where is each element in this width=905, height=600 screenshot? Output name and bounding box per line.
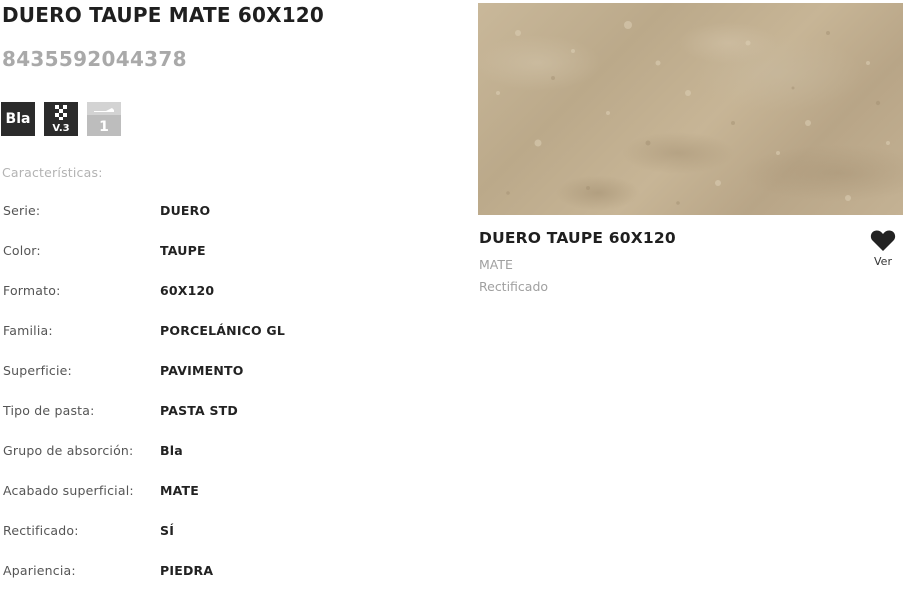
shade-variation-icon xyxy=(55,105,67,120)
heart-icon xyxy=(870,230,896,251)
product-ean: 8435592044378 xyxy=(2,47,187,71)
page-title: DUERO TAUPE MATE 60X120 xyxy=(2,3,325,27)
shade-variation-badge: V.3 xyxy=(44,102,78,136)
spec-value: TAUPE xyxy=(160,243,206,258)
spec-key: Superficie: xyxy=(3,363,72,378)
spec-row-rectificado: Rectificado: SÍ xyxy=(3,520,403,560)
spec-value: PIEDRA xyxy=(160,563,214,578)
slip-resistance-label: 1 xyxy=(99,119,109,135)
spec-value: 60X120 xyxy=(160,283,215,298)
card-finish: MATE xyxy=(479,257,513,272)
spec-value: MATE xyxy=(160,483,200,498)
spec-row-superficie: Superficie: PAVIMENTO xyxy=(3,360,403,400)
spec-key: Rectificado: xyxy=(3,523,79,538)
spec-value: PASTA STD xyxy=(160,403,238,418)
spec-row-acabado: Acabado superficial: MATE xyxy=(3,480,403,520)
spec-row-color: Color: TAUPE xyxy=(3,240,403,280)
spec-value: Bla xyxy=(160,443,183,458)
stone-texture xyxy=(496,21,890,205)
spec-key: Grupo de absorción: xyxy=(3,443,134,458)
spec-value: DUERO xyxy=(160,203,211,218)
spec-row-formato: Formato: 60X120 xyxy=(3,280,403,320)
slip-resistance-badge: 1 xyxy=(87,102,121,136)
spec-row-grupo-absorcion: Grupo de absorción: Bla xyxy=(3,440,403,480)
spec-key: Apariencia: xyxy=(3,563,76,578)
spec-key: Familia: xyxy=(3,323,53,338)
favorite-button[interactable]: Ver xyxy=(866,229,900,277)
spec-row-tipo-pasta: Tipo de pasta: PASTA STD xyxy=(3,400,403,440)
favorite-label: Ver xyxy=(874,255,892,268)
card-title[interactable]: DUERO TAUPE 60X120 xyxy=(479,229,676,247)
spec-value: SÍ xyxy=(160,523,175,538)
spec-key: Serie: xyxy=(3,203,41,218)
card-edge: Rectificado xyxy=(479,279,549,294)
spec-row-familia: Familia: PORCELÁNICO GL xyxy=(3,320,403,360)
slip-resistance-icon xyxy=(94,108,114,112)
spec-key: Tipo de pasta: xyxy=(3,403,95,418)
spec-key: Formato: xyxy=(3,283,61,298)
spec-row-apariencia: Apariencia: PIEDRA xyxy=(3,560,403,600)
spec-row-serie: Serie: DUERO xyxy=(3,200,403,240)
characteristics-table: Serie: DUERO Color: TAUPE Formato: 60X12… xyxy=(3,200,403,600)
characteristics-heading: Características: xyxy=(2,165,103,180)
shade-variation-label: V.3 xyxy=(52,123,70,134)
spec-value: PORCELÁNICO GL xyxy=(160,323,286,338)
absorption-badge: Bla xyxy=(1,102,35,136)
product-badges: Bla V.3 1 xyxy=(1,102,121,136)
absorption-badge-label: Bla xyxy=(5,111,31,127)
spec-value: PAVIMENTO xyxy=(160,363,244,378)
spec-key: Color: xyxy=(3,243,41,258)
spec-key: Acabado superficial: xyxy=(3,483,134,498)
product-tile-image[interactable] xyxy=(478,3,903,215)
